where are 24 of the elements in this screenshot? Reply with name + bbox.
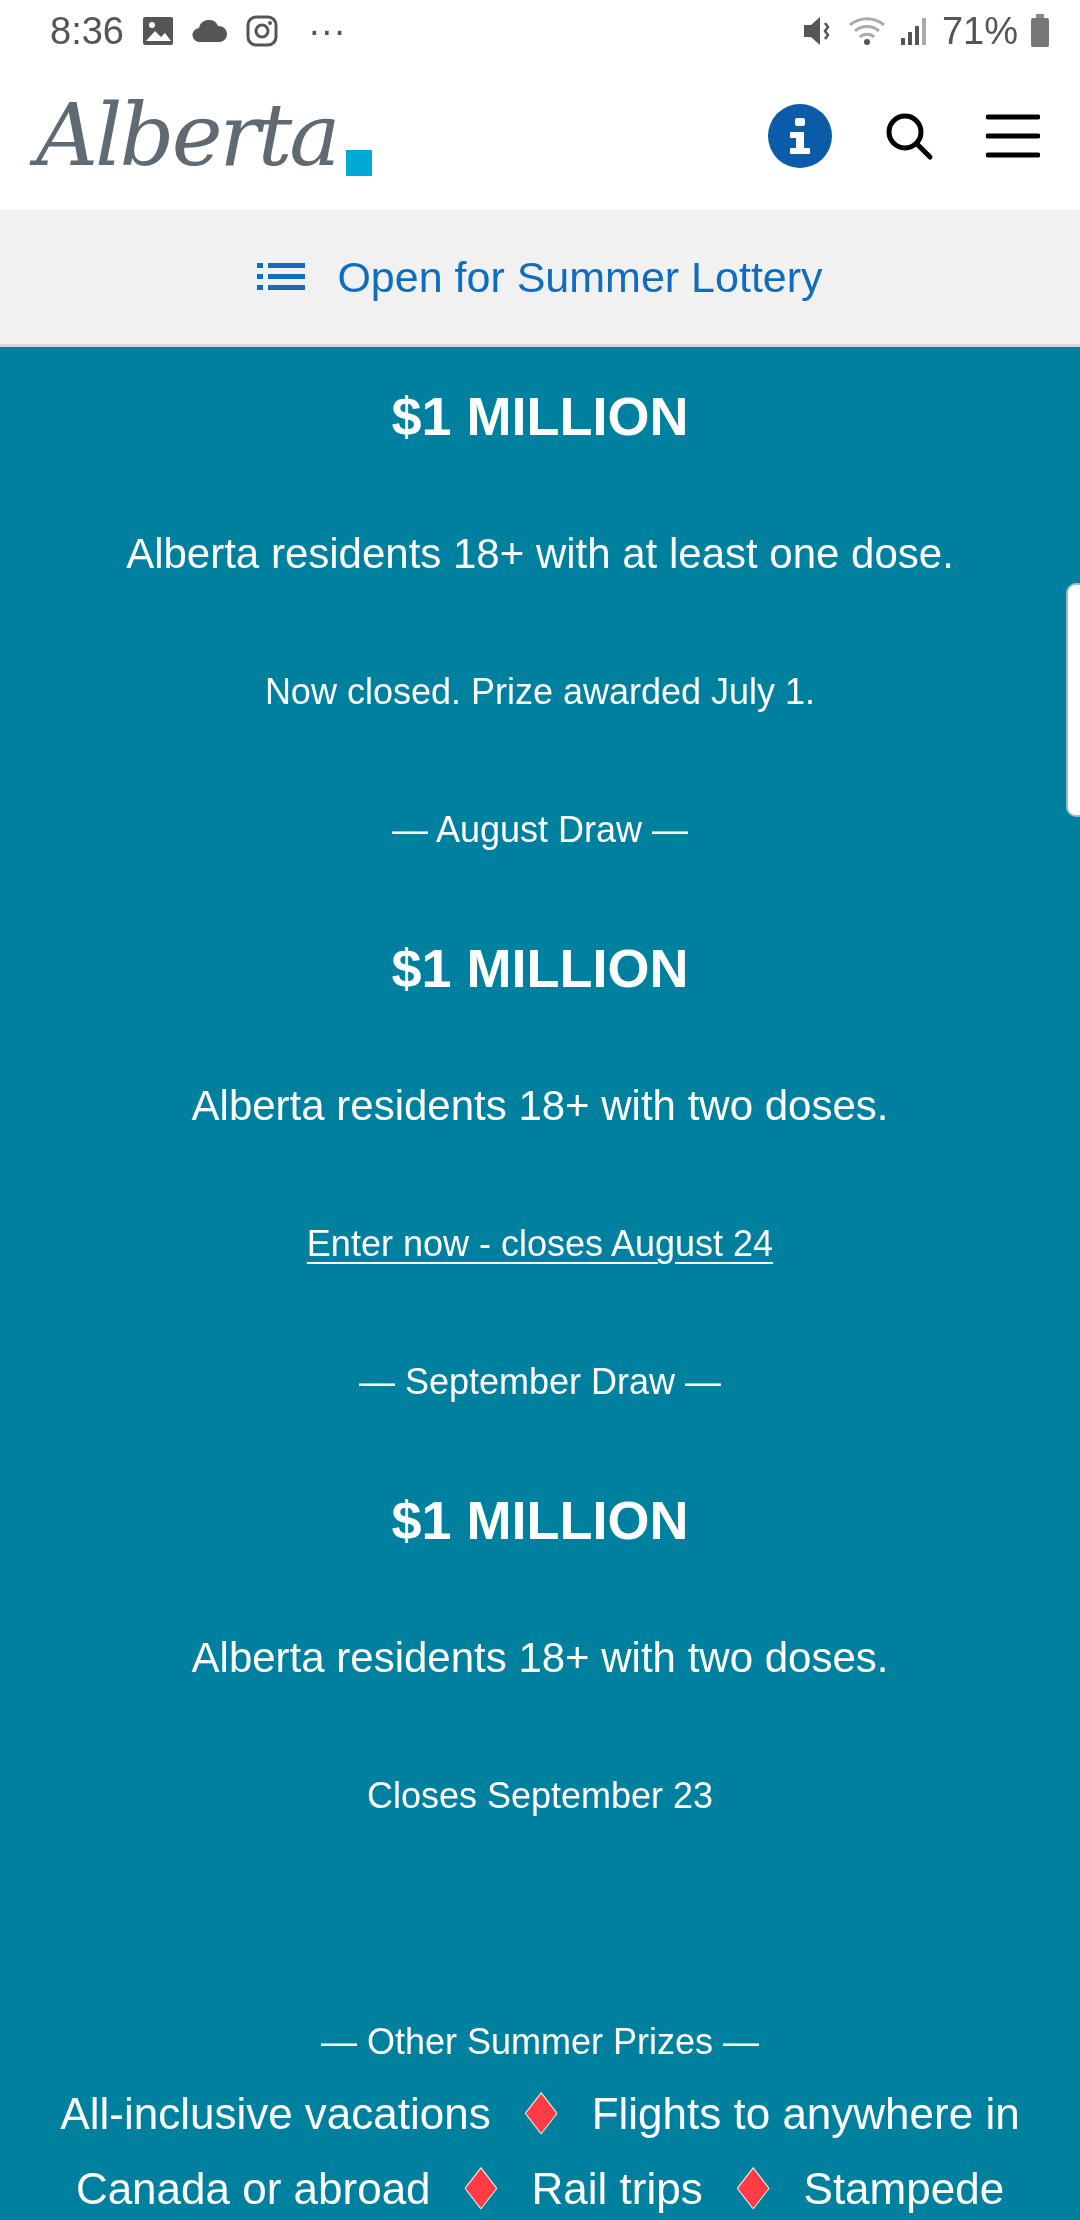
battery-percent: 71% [941,12,1018,50]
prize-amount: $1 MILLION [391,385,689,447]
prize-amount: $1 MILLION [391,937,689,999]
side-panel-handle[interactable] [1066,583,1080,817]
menu-icon[interactable] [986,113,1040,159]
info-icon[interactable] [768,104,832,168]
more-notifications: ··· [307,12,346,50]
draw-heading: — August Draw — [391,809,689,851]
clock-time: 8:36 [50,12,124,50]
eligibility-text: Alberta residents 18+ with two doses. [191,1634,889,1682]
eligibility-text: Alberta residents 18+ with at least one dose. [126,530,954,578]
search-icon[interactable] [884,111,934,161]
status-text: Closes September 23 [366,1775,714,1817]
enter-link[interactable]: Enter now - closes August 24 [306,1223,774,1265]
status-text: Now closed. Prize awarded July 1. [264,671,816,713]
prizes-heading: — Other Summer Prizes — [319,2020,761,2064]
cloud-icon [191,20,228,42]
camera-icon [245,15,278,47]
list-icon [257,263,306,291]
prize-amount: $1 MILLION [391,1489,689,1551]
draw-heading: — September Draw — [358,1361,722,1403]
battery-icon [1030,14,1050,48]
image-icon [141,16,174,46]
eligibility-text: Alberta residents 18+ with two doses. [191,1082,889,1130]
